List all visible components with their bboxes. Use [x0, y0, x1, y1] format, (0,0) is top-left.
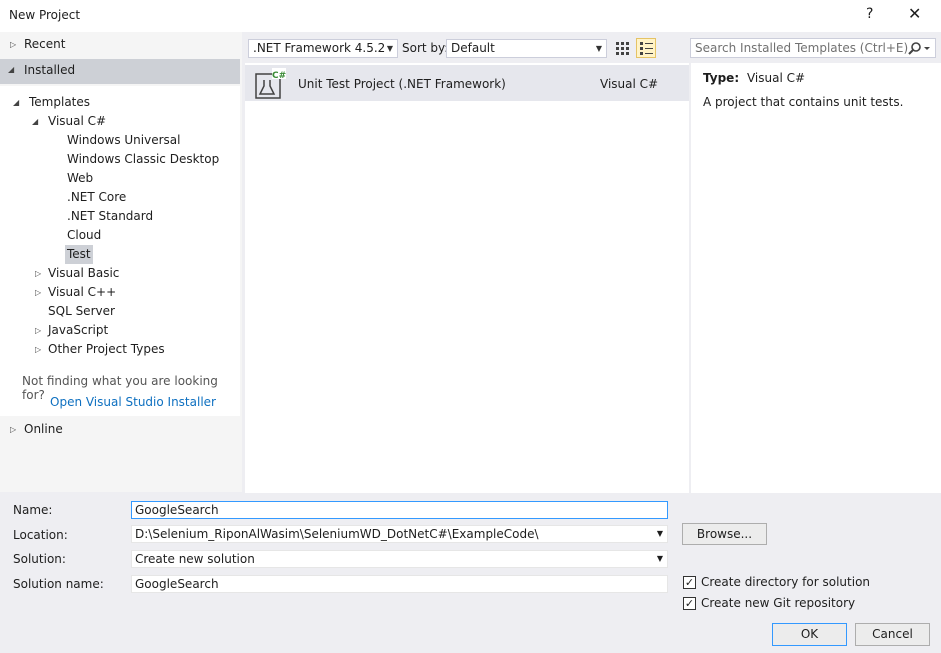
- search-icon[interactable]: [907, 41, 931, 56]
- tree-label: Installed: [24, 63, 76, 77]
- tree-item-net-core[interactable]: .NET Core: [67, 188, 126, 207]
- tree-item-sql-server[interactable]: SQL Server: [48, 302, 115, 321]
- open-installer-link[interactable]: Open Visual Studio Installer: [50, 395, 216, 409]
- svg-text:C#: C#: [272, 71, 286, 81]
- project-form: Name: GoogleSearch Location: D:\Selenium…: [0, 493, 941, 653]
- tree-item-test[interactable]: Test: [65, 245, 93, 264]
- expand-arrow-icon[interactable]: ▷: [35, 283, 41, 302]
- tree-item-web[interactable]: Web: [67, 169, 93, 188]
- tree-label: Recent: [24, 37, 66, 51]
- template-description: A project that contains unit tests.: [703, 95, 904, 109]
- online-section: ▷ Online: [0, 416, 240, 492]
- chevron-down-icon: ▼: [386, 44, 393, 53]
- tree-label: Online: [24, 422, 63, 436]
- template-item[interactable]: C# Unit Test Project (.NET Framework) Vi…: [245, 65, 689, 101]
- small-icons-view-button[interactable]: [612, 38, 632, 58]
- chevron-down-icon[interactable]: ▼: [657, 551, 663, 567]
- solution-value: Create new solution: [135, 552, 255, 566]
- create-git-label[interactable]: Create new Git repository: [701, 596, 855, 610]
- name-label: Name:: [13, 503, 53, 517]
- tree-item-online[interactable]: ▷ Online: [0, 420, 240, 439]
- medium-icons-view-button[interactable]: [636, 38, 656, 58]
- framework-dropdown[interactable]: .NET Framework 4.5.2 ▼: [248, 39, 398, 58]
- cancel-button[interactable]: Cancel: [855, 623, 930, 646]
- create-directory-checkbox[interactable]: ✓: [683, 576, 696, 589]
- expand-arrow-icon[interactable]: ▷: [10, 420, 16, 439]
- solution-name-input[interactable]: GoogleSearch: [131, 575, 668, 593]
- title-bar: New Project ? ✕: [0, 0, 941, 32]
- location-label: Location:: [13, 528, 68, 542]
- list-view-icon: [640, 42, 653, 55]
- location-combobox[interactable]: D:\Selenium_RiponAlWasim\SeleniumWD_DotN…: [131, 525, 668, 543]
- tree-item-windows-universal[interactable]: Windows Universal: [67, 131, 180, 150]
- search-templates-input[interactable]: Search Installed Templates (Ctrl+E): [690, 38, 936, 58]
- ok-button[interactable]: OK: [772, 623, 847, 646]
- browse-button[interactable]: Browse...: [682, 523, 767, 545]
- expand-arrow-icon[interactable]: ▷: [35, 321, 41, 340]
- solution-name-label: Solution name:: [13, 577, 104, 591]
- category-pane: ▷ Recent ◢ Installed ◢ Templates ◢ Visua…: [0, 32, 242, 492]
- name-input[interactable]: GoogleSearch: [131, 501, 668, 519]
- collapse-arrow-icon[interactable]: ◢: [8, 65, 14, 74]
- tree-label: Visual C++: [48, 285, 117, 299]
- template-name: Unit Test Project (.NET Framework): [298, 77, 506, 91]
- type-label: Type:: [703, 71, 740, 85]
- tree-item-windows-classic-desktop[interactable]: Windows Classic Desktop: [67, 150, 219, 169]
- collapse-arrow-icon[interactable]: ◢: [32, 112, 38, 131]
- create-directory-label[interactable]: Create directory for solution: [701, 575, 870, 589]
- search-placeholder: Search Installed Templates (Ctrl+E): [695, 41, 909, 55]
- tree-item-recent[interactable]: ▷ Recent: [0, 35, 240, 54]
- create-git-checkbox[interactable]: ✓: [683, 597, 696, 610]
- expand-arrow-icon[interactable]: ▷: [35, 340, 41, 359]
- type-line: Type: Visual C#: [703, 71, 805, 85]
- sort-value: Default: [451, 41, 495, 55]
- grid-view-icon: [616, 42, 629, 55]
- tree-label: Other Project Types: [48, 342, 165, 356]
- tree-label: Templates: [29, 95, 91, 109]
- solution-dropdown[interactable]: Create new solution ▼: [131, 550, 668, 568]
- tree-label: Visual C#: [48, 114, 107, 128]
- tree-item-net-standard[interactable]: .NET Standard: [67, 207, 153, 226]
- unit-test-project-icon: C#: [255, 68, 286, 99]
- sort-by-label: Sort by:: [402, 41, 449, 55]
- type-value: Visual C#: [746, 71, 806, 85]
- tree-item-cloud[interactable]: Cloud: [67, 226, 101, 245]
- close-button[interactable]: ✕: [908, 4, 921, 23]
- framework-value: .NET Framework 4.5.2: [253, 41, 386, 55]
- expand-arrow-icon[interactable]: ▷: [35, 264, 41, 283]
- tree-label: Visual Basic: [48, 266, 120, 280]
- help-button[interactable]: ?: [866, 6, 873, 22]
- details-pane: Type: Visual C# A project that contains …: [691, 63, 941, 493]
- sort-dropdown[interactable]: Default ▼: [446, 39, 607, 58]
- chevron-down-icon[interactable]: ▼: [657, 526, 663, 542]
- tree-item-installed[interactable]: ◢ Installed: [0, 59, 240, 84]
- location-value: D:\Selenium_RiponAlWasim\SeleniumWD_DotN…: [135, 527, 539, 541]
- template-language: Visual C#: [600, 77, 659, 91]
- expand-arrow-icon[interactable]: ▷: [10, 35, 16, 54]
- dialog-title: New Project: [9, 8, 81, 22]
- solution-label: Solution:: [13, 552, 66, 566]
- collapse-arrow-icon[interactable]: ◢: [13, 93, 19, 112]
- chevron-down-icon: ▼: [595, 44, 602, 53]
- tree-label: JavaScript: [48, 323, 109, 337]
- template-list: C# Unit Test Project (.NET Framework) Vi…: [245, 63, 689, 493]
